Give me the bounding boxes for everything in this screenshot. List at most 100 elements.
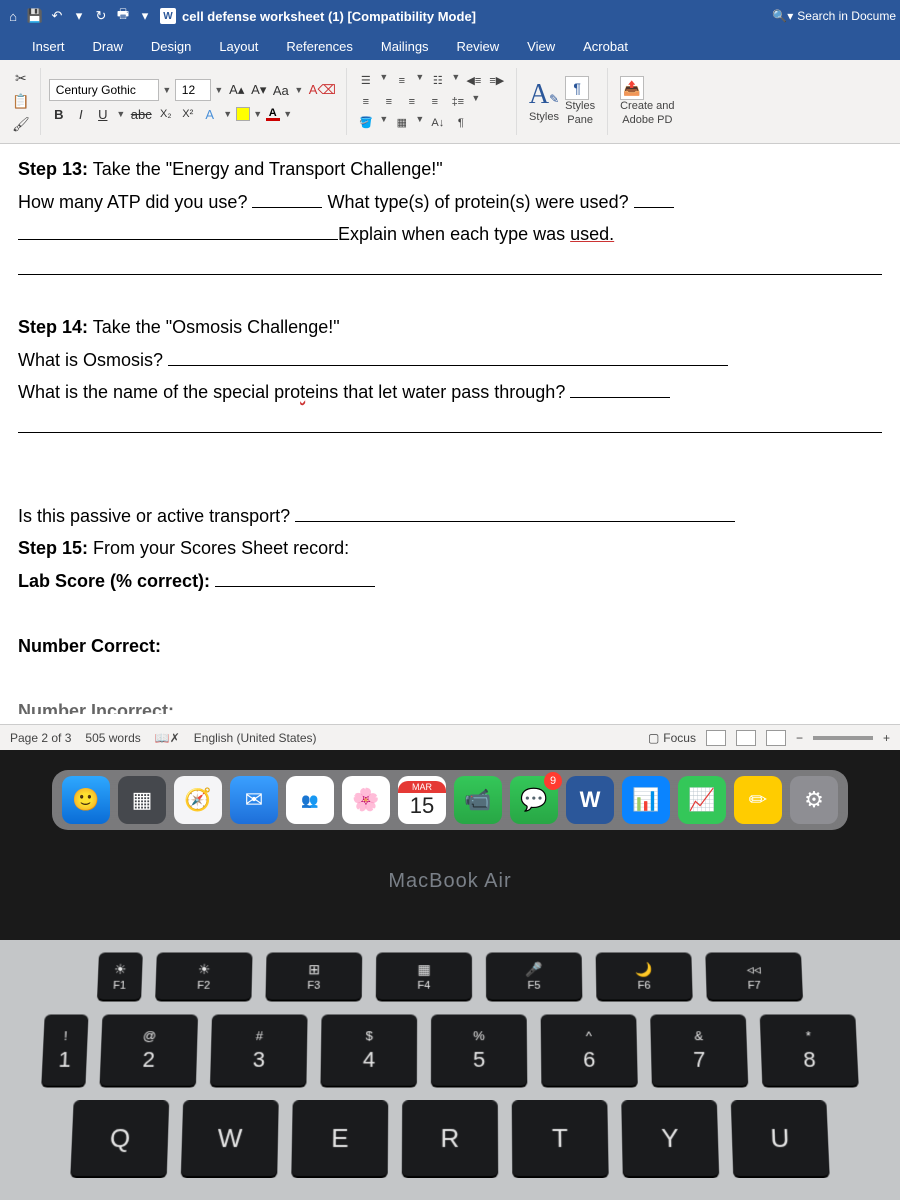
bullets-button[interactable]: ☰ bbox=[355, 72, 377, 90]
align-left-button[interactable]: ≡ bbox=[355, 93, 377, 111]
search-box[interactable]: 🔍▾ Search in Docume bbox=[772, 9, 896, 23]
key-7: &7 bbox=[650, 1015, 748, 1086]
subscript-button[interactable]: X₂ bbox=[156, 104, 176, 124]
page-indicator[interactable]: Page 2 of 3 bbox=[10, 731, 71, 745]
zoom-out-button[interactable]: − bbox=[796, 731, 803, 745]
tab-mailings[interactable]: Mailings bbox=[367, 33, 443, 60]
zoom-icon[interactable]: 👥 bbox=[286, 776, 334, 824]
status-bar: Page 2 of 3 505 words 📖✗ English (United… bbox=[0, 724, 900, 750]
blank-line[interactable] bbox=[168, 348, 728, 366]
blank-line[interactable] bbox=[252, 190, 322, 208]
styles-pane-label: StylesPane bbox=[565, 100, 595, 126]
increase-indent-button[interactable]: ≡▶ bbox=[486, 72, 508, 90]
font-size-input[interactable]: 12 bbox=[175, 79, 211, 101]
change-case-button[interactable]: Aa bbox=[271, 80, 291, 100]
key-y: Y bbox=[621, 1100, 719, 1176]
align-center-button[interactable]: ≡ bbox=[378, 93, 400, 111]
blank-line[interactable] bbox=[295, 504, 735, 522]
blank-line[interactable] bbox=[215, 569, 375, 587]
notes-icon[interactable]: ✏ bbox=[734, 776, 782, 824]
tab-view[interactable]: View bbox=[513, 33, 569, 60]
italic-button[interactable]: I bbox=[71, 104, 91, 124]
tab-layout[interactable]: Layout bbox=[205, 33, 272, 60]
finder-icon[interactable]: 🙂 bbox=[62, 776, 110, 824]
tab-references[interactable]: References bbox=[272, 33, 366, 60]
grow-font-button[interactable]: A▴ bbox=[227, 80, 247, 100]
document-body[interactable]: Step 13: Take the "Energy and Transport … bbox=[0, 144, 900, 714]
photos-icon[interactable]: 🌸 bbox=[342, 776, 390, 824]
text-effects-button[interactable]: A bbox=[200, 104, 220, 124]
key-6: ^6 bbox=[541, 1015, 638, 1086]
blank-line[interactable] bbox=[18, 222, 338, 240]
bold-button[interactable]: B bbox=[49, 104, 69, 124]
blank-line[interactable] bbox=[18, 254, 882, 276]
sort-button[interactable]: A↓ bbox=[427, 114, 449, 132]
shading-button[interactable]: 🪣 bbox=[355, 114, 377, 132]
key-1: !1 bbox=[41, 1015, 88, 1086]
multilevel-button[interactable]: ☷ bbox=[427, 72, 449, 90]
key-w: W bbox=[181, 1100, 279, 1176]
home-icon[interactable]: ⌂ bbox=[4, 7, 22, 25]
justify-button[interactable]: ≡ bbox=[424, 93, 446, 111]
font-name-input[interactable]: Century Gothic bbox=[49, 79, 159, 101]
clear-format-button[interactable]: A⌫ bbox=[307, 80, 338, 100]
font-color-button[interactable]: A bbox=[266, 107, 280, 121]
underline-button[interactable]: U bbox=[93, 104, 113, 124]
tab-acrobat[interactable]: Acrobat bbox=[569, 33, 642, 60]
copy-icon[interactable]: 📋 bbox=[12, 93, 29, 110]
highlight-button[interactable] bbox=[236, 107, 250, 121]
calendar-day: 15 bbox=[410, 793, 434, 819]
print-layout-view[interactable] bbox=[706, 730, 726, 746]
cut-icon[interactable]: ✂ bbox=[15, 70, 27, 87]
superscript-button[interactable]: X² bbox=[178, 104, 198, 124]
blank-line[interactable] bbox=[570, 380, 670, 398]
save-icon[interactable]: 💾 bbox=[26, 7, 44, 25]
redo-icon[interactable]: ↻ bbox=[92, 7, 110, 25]
word-count[interactable]: 505 words bbox=[85, 731, 140, 745]
show-marks-button[interactable]: ¶ bbox=[450, 114, 472, 132]
safari-icon[interactable]: 🧭 bbox=[174, 776, 222, 824]
focus-mode-button[interactable]: ▢ Focus bbox=[648, 731, 696, 745]
quick-access-toolbar: ⌂ 💾 ↶ ▾ ↻ 🖶 ▾ bbox=[4, 7, 154, 25]
styles-pane-icon[interactable]: ¶ bbox=[565, 76, 589, 100]
messages-icon[interactable]: 💬9 bbox=[510, 776, 558, 824]
adobe-icon[interactable]: 📤 bbox=[620, 76, 644, 100]
tab-draw[interactable]: Draw bbox=[79, 33, 137, 60]
tab-insert[interactable]: Insert bbox=[18, 33, 79, 60]
outline-view[interactable] bbox=[766, 730, 786, 746]
settings-icon[interactable]: ⚙ bbox=[790, 776, 838, 824]
line-spacing-button[interactable]: ‡≡ bbox=[447, 93, 469, 111]
align-right-button[interactable]: ≡ bbox=[401, 93, 423, 111]
spellcheck-icon[interactable]: 📖✗ bbox=[155, 731, 180, 745]
facetime-icon[interactable]: 📹 bbox=[454, 776, 502, 824]
format-painter-icon[interactable]: 🖌 bbox=[12, 116, 30, 133]
strikethrough-button[interactable]: abc bbox=[129, 104, 154, 124]
tab-review[interactable]: Review bbox=[443, 33, 514, 60]
print-icon[interactable]: 🖶 bbox=[114, 7, 132, 25]
calendar-icon[interactable]: MAR 15 bbox=[398, 776, 446, 824]
zoom-slider[interactable] bbox=[813, 736, 873, 740]
launchpad-icon[interactable]: ▦ bbox=[118, 776, 166, 824]
language-indicator[interactable]: English (United States) bbox=[194, 731, 317, 745]
macos-dock: 🙂 ▦ 🧭 ✉ 👥 🌸 MAR 15 📹 💬9 W 📊 📈 ✏ ⚙ bbox=[52, 770, 848, 830]
zoom-in-button[interactable]: + bbox=[883, 731, 890, 745]
blank-line[interactable] bbox=[634, 190, 674, 208]
keynote-icon[interactable]: 📊 bbox=[622, 776, 670, 824]
mail-icon[interactable]: ✉ bbox=[230, 776, 278, 824]
blank-line[interactable] bbox=[18, 412, 882, 434]
dropdown-icon[interactable]: ▾ bbox=[70, 7, 88, 25]
tab-design[interactable]: Design bbox=[137, 33, 205, 60]
protein-question: What type(s) of protein(s) were used? bbox=[322, 192, 633, 212]
numbering-button[interactable]: ≡ bbox=[391, 72, 413, 90]
web-layout-view[interactable] bbox=[736, 730, 756, 746]
borders-button[interactable]: ▦ bbox=[391, 114, 413, 132]
shrink-font-button[interactable]: A▾ bbox=[249, 80, 269, 100]
numbers-icon[interactable]: 📈 bbox=[678, 776, 726, 824]
customize-icon[interactable]: ▾ bbox=[136, 7, 154, 25]
styles-icon[interactable]: A✎ bbox=[529, 79, 559, 111]
word-app-icon[interactable]: W bbox=[566, 776, 614, 824]
decrease-indent-button[interactable]: ◀≡ bbox=[463, 72, 485, 90]
key-2: @2 bbox=[100, 1015, 199, 1086]
key-t: T bbox=[512, 1100, 609, 1176]
undo-icon[interactable]: ↶ bbox=[48, 7, 66, 25]
